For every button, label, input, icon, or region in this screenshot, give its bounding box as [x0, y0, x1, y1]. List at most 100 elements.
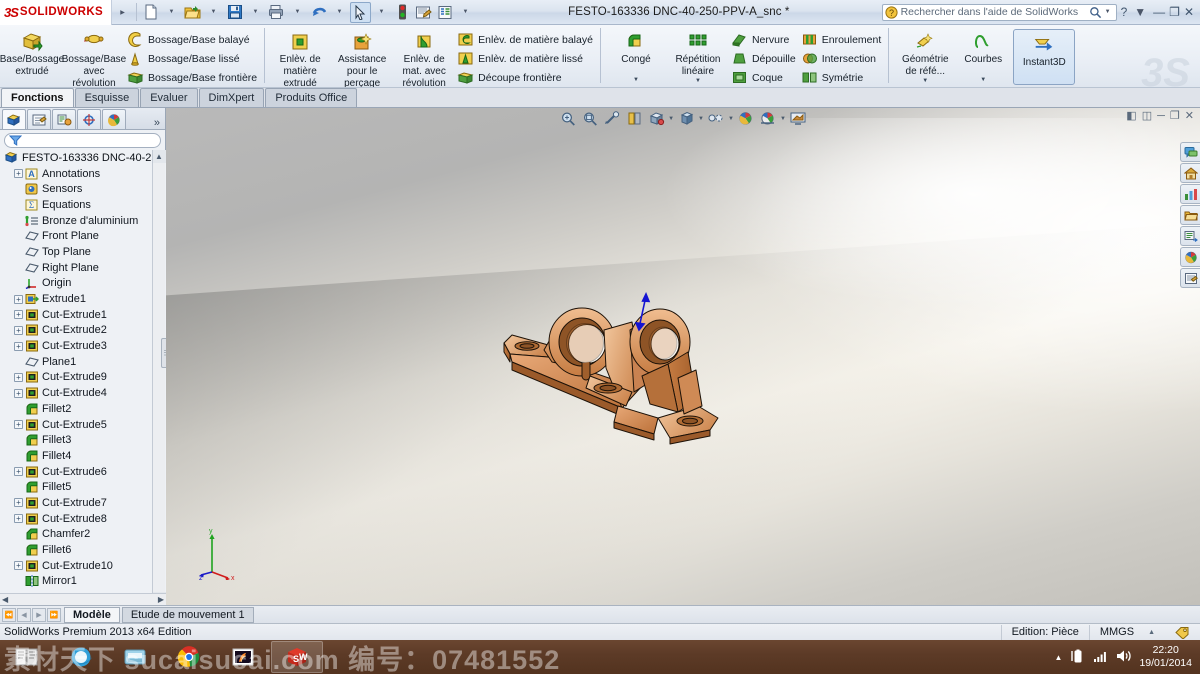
tab-produits-office[interactable]: Produits Office	[265, 88, 358, 107]
tree-item-cut-extrude1[interactable]: + Cut-Extrude1	[0, 307, 166, 323]
volume-icon[interactable]	[1115, 648, 1132, 667]
display-style-dropdown[interactable]: ▼	[698, 116, 704, 122]
hide-show-items-icon[interactable]	[706, 110, 726, 128]
network-icon[interactable]	[1092, 648, 1108, 667]
tree-expand-toggle[interactable]: +	[14, 294, 23, 304]
tree-item-cut-extrude4[interactable]: + Cut-Extrude4	[0, 385, 166, 401]
close-button[interactable]: ✕	[1184, 5, 1194, 19]
save-dropdown[interactable]: ▼	[245, 2, 266, 23]
fillet-button[interactable]: Congé ▼	[605, 27, 667, 83]
show-hidden-icons-arrow[interactable]: ▲	[1055, 653, 1063, 662]
lofted-cut-button[interactable]: Enlèv. de matière lissé	[455, 49, 596, 68]
feature-manager-tab[interactable]	[2, 109, 26, 129]
tree-item-plane1[interactable]: Plane1	[0, 354, 166, 370]
help-dropdown[interactable]: ▼	[1131, 5, 1149, 19]
fillet-dropdown-arrow[interactable]: ▼	[633, 77, 639, 83]
tree-item-cut-extrude7[interactable]: + Cut-Extrude7	[0, 495, 166, 511]
tree-expand-toggle[interactable]: +	[14, 341, 23, 351]
status-units-dropdown[interactable]: ▲	[1144, 625, 1165, 640]
file-explorer-icon[interactable]	[1180, 184, 1200, 204]
scroll-up-button[interactable]: ▲	[152, 150, 166, 163]
tree-item-sensors[interactable]: Sensors	[0, 181, 166, 197]
tree-expand-toggle[interactable]: +	[14, 169, 23, 179]
zoom-to-area-icon[interactable]	[580, 110, 600, 128]
draft-button[interactable]: Dépouille	[729, 49, 799, 68]
tree-item-cut-extrude10[interactable]: + Cut-Extrude10	[0, 558, 166, 574]
configuration-manager-tab[interactable]	[52, 109, 76, 129]
apply-scene-icon[interactable]	[758, 110, 778, 128]
tree-expand-toggle[interactable]: +	[14, 310, 23, 320]
previous-view-icon[interactable]	[602, 110, 622, 128]
rib-button[interactable]: Nervure	[729, 30, 799, 49]
tree-item-cut-extrude3[interactable]: + Cut-Extrude3	[0, 338, 166, 354]
print-dropdown[interactable]: ▼	[287, 2, 308, 23]
select-icon[interactable]	[350, 1, 371, 23]
taskbar-clock[interactable]: 22:20 19/01/2014	[1139, 644, 1192, 670]
taskbar-solidworks[interactable]: SW	[271, 641, 323, 673]
search-dropdown[interactable]: ▼	[1102, 9, 1114, 15]
graphics-viewport[interactable]: ▼ ▼ ▼ ▼ ◧ ◫ ─ ❐ ✕ y x z	[166, 108, 1200, 605]
reference-geometry-button[interactable]: Géométrie de réfé... ▼	[893, 27, 957, 84]
tree-item-top-plane[interactable]: Top Plane	[0, 244, 166, 260]
tree-item-origin[interactable]: Origin	[0, 276, 166, 292]
battery-icon[interactable]	[1069, 648, 1085, 667]
curves-button[interactable]: Courbes ▼	[957, 27, 1009, 83]
linear-pattern-dropdown-arrow[interactable]: ▼	[695, 78, 701, 84]
taskbar-internet-explorer[interactable]	[55, 641, 107, 673]
view-palette-icon[interactable]	[1180, 226, 1200, 246]
select-dropdown[interactable]: ▼	[371, 2, 392, 23]
shell-button[interactable]: Coque	[729, 68, 799, 87]
properties-dropdown[interactable]: ▼	[455, 2, 476, 23]
hole-wizard-button[interactable]: Assistance pour le perçage	[331, 27, 393, 87]
extruded-cut-button[interactable]: Enlèv. de matière extrudé	[269, 27, 331, 87]
tree-item-extrude1[interactable]: + Extrude1	[0, 291, 166, 307]
wrap-button[interactable]: Enroulement	[799, 30, 885, 49]
tab-fonctions[interactable]: Fonctions	[1, 88, 74, 107]
minimize-doc-icon[interactable]: ─	[1157, 110, 1165, 122]
tree-item-fillet2[interactable]: Fillet2	[0, 401, 166, 417]
status-units[interactable]: MMGS	[1088, 624, 1144, 640]
tree-expand-toggle[interactable]: +	[14, 372, 23, 382]
hide-show-items-dropdown[interactable]: ▼	[728, 116, 734, 122]
more-tabs-button[interactable]: »	[154, 117, 163, 129]
print-icon[interactable]	[266, 2, 287, 23]
close-doc-icon[interactable]: ✕	[1185, 109, 1194, 122]
dimxpert-manager-tab[interactable]	[77, 109, 101, 129]
tree-item-fillet5[interactable]: Fillet5	[0, 479, 166, 495]
custom-properties-icon[interactable]	[1180, 268, 1200, 288]
new-document-icon[interactable]	[140, 2, 161, 23]
restore-button[interactable]: ❐	[1169, 5, 1180, 19]
tree-expand-toggle[interactable]: +	[14, 467, 23, 477]
revolved-boss-base-button[interactable]: Bossage/Base avec révolution	[62, 27, 126, 87]
part-3d-model[interactable]	[482, 258, 742, 458]
property-manager-tab[interactable]	[27, 109, 51, 129]
tree-item-festo-163336-dnc-40-250[interactable]: FESTO-163336 DNC-40-250-	[0, 150, 166, 166]
swept-cut-button[interactable]: Enlèv. de matière balayé	[455, 30, 596, 49]
view-settings-icon[interactable]	[788, 110, 808, 128]
tree-item-cut-extrude6[interactable]: + Cut-Extrude6	[0, 464, 166, 480]
taskbar-windows-explorer[interactable]	[1, 641, 53, 673]
display-style-icon[interactable]	[676, 110, 696, 128]
tree-expand-toggle[interactable]: +	[14, 514, 23, 524]
taskbar-photo-viewer[interactable]	[217, 641, 269, 673]
tree-item-cut-extrude8[interactable]: + Cut-Extrude8	[0, 511, 166, 527]
boundary-boss-base-button[interactable]: Bossage/Base frontière	[125, 68, 260, 87]
new-document-dropdown[interactable]: ▼	[161, 2, 182, 23]
tree-horizontal-scrollbar[interactable]: ◀ ▶	[0, 593, 166, 605]
tree-item-cut-extrude2[interactable]: + Cut-Extrude2	[0, 323, 166, 339]
tree-item-fillet4[interactable]: Fillet4	[0, 448, 166, 464]
first-tab-button[interactable]: ⏪	[2, 607, 16, 622]
save-icon[interactable]	[224, 2, 245, 23]
swept-boss-base-button[interactable]: Bossage/Base balayé	[125, 30, 260, 49]
tile-horizontally-icon[interactable]: ◧	[1126, 109, 1136, 122]
view-orientation-dropdown[interactable]: ▼	[668, 116, 674, 122]
tree-item-front-plane[interactable]: Front Plane	[0, 228, 166, 244]
tree-item-fillet3[interactable]: Fillet3	[0, 432, 166, 448]
design-library-icon[interactable]	[1180, 163, 1200, 183]
properties-icon[interactable]	[434, 2, 455, 23]
prev-tab-button[interactable]: ◀	[17, 607, 31, 622]
undo-dropdown[interactable]: ▼	[329, 2, 350, 23]
tree-item-mirror1[interactable]: Mirror1	[0, 574, 166, 590]
rebuild-icon[interactable]	[392, 2, 413, 23]
solidworks-resources-icon[interactable]	[1180, 142, 1200, 162]
